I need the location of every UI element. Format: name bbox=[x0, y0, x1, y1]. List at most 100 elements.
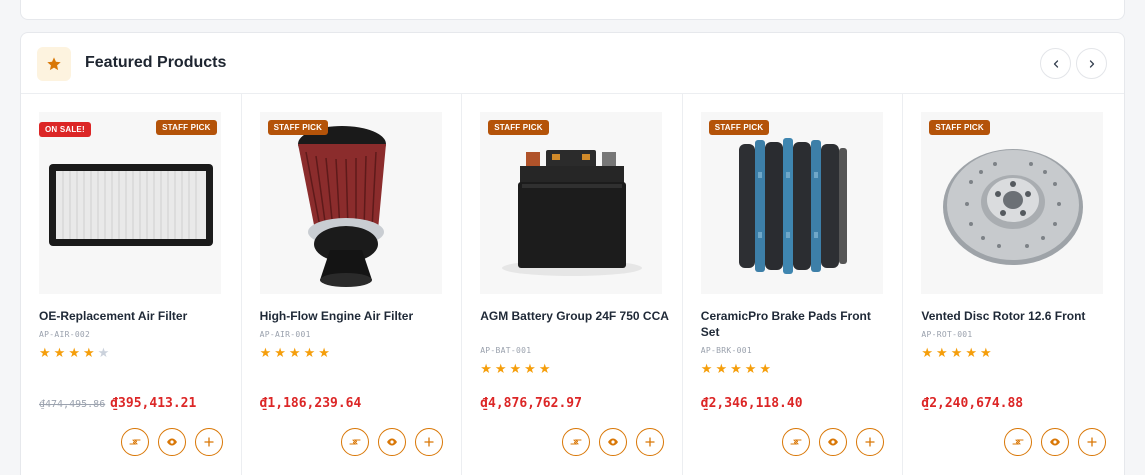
product-image-cone-air-filter[interactable] bbox=[259, 112, 442, 294]
compare-button[interactable] bbox=[341, 428, 370, 456]
on-sale-badge: ON SALE! bbox=[39, 122, 91, 137]
previous-section-card bbox=[20, 0, 1125, 20]
star-icon: ★ bbox=[303, 345, 316, 360]
product-card[interactable]: ON SALE! STAFF PICK OE-Replacement Air F… bbox=[21, 94, 242, 475]
product-actions bbox=[120, 428, 223, 456]
product-actions bbox=[782, 428, 885, 456]
product-card[interactable]: STAFF PICK CeramicPro Brake Pads Front S… bbox=[683, 94, 904, 475]
sale-price: ₫395,413.21 bbox=[110, 396, 197, 411]
star-icon: ★ bbox=[274, 345, 286, 360]
price-row: ₫2,346,118.40 bbox=[701, 396, 803, 411]
quick-view-button[interactable] bbox=[598, 428, 627, 456]
plus-icon bbox=[645, 437, 655, 447]
staff-pick-badge: STAFF PICK bbox=[156, 120, 217, 135]
star-icon: ★ bbox=[494, 361, 507, 376]
star-empty-icon: ★ bbox=[97, 345, 110, 360]
product-name[interactable]: CeramicPro Brake Pads Front Set bbox=[701, 308, 893, 340]
product-sku: AP-BRK-001 bbox=[700, 346, 752, 355]
price: ₫4,876,762.97 bbox=[480, 396, 582, 411]
star-icon: ★ bbox=[965, 345, 977, 360]
product-image-air-filter-panel[interactable] bbox=[39, 112, 221, 294]
product-sku: AP-ROT-001 bbox=[921, 330, 973, 339]
star-icon: ★ bbox=[538, 361, 551, 376]
star-icon: ★ bbox=[759, 361, 772, 376]
add-to-cart-button[interactable] bbox=[856, 428, 885, 456]
star-icon: ★ bbox=[980, 345, 992, 360]
compare-icon bbox=[570, 439, 582, 445]
compare-button[interactable] bbox=[1003, 428, 1032, 456]
star-icon: ★ bbox=[921, 345, 934, 360]
add-to-cart-button[interactable] bbox=[415, 428, 444, 456]
star-icon: ★ bbox=[82, 345, 95, 360]
compare-icon bbox=[349, 439, 361, 445]
product-image-disc-rotor[interactable] bbox=[921, 112, 1104, 294]
add-to-cart-button[interactable] bbox=[194, 428, 223, 456]
product-name[interactable]: Vented Disc Rotor 12.6 Front bbox=[921, 308, 1113, 324]
product-sku: AP-AIR-001 bbox=[259, 330, 311, 339]
rating-stars: ★ ★ ★ ★ ★ bbox=[480, 362, 550, 375]
compare-button[interactable] bbox=[561, 428, 590, 456]
star-icon: ★ bbox=[509, 361, 522, 376]
price: ₫2,346,118.40 bbox=[700, 396, 803, 411]
product-name[interactable]: OE-Replacement Air Filter bbox=[39, 308, 231, 324]
rating-stars: ★ ★ ★ ★ ★ bbox=[39, 346, 109, 359]
product-card[interactable]: STAFF PICK AGM Battery Group 24F 750 CCA… bbox=[462, 94, 683, 475]
add-to-cart-button[interactable] bbox=[635, 428, 664, 456]
carousel-next-button[interactable] bbox=[1076, 48, 1107, 79]
quick-view-button[interactable] bbox=[1040, 428, 1069, 456]
compare-icon bbox=[129, 439, 141, 445]
compare-icon bbox=[790, 439, 802, 445]
quick-view-button[interactable] bbox=[819, 428, 848, 456]
rating-stars: ★ ★ ★ ★ ★ bbox=[701, 362, 771, 375]
star-icon: ★ bbox=[730, 361, 742, 376]
rating-stars: ★ ★ ★ ★ ★ bbox=[921, 346, 991, 359]
original-price: ₫474,495.86 bbox=[39, 399, 106, 410]
product-card[interactable]: STAFF PICK Vented Disc Rotor 12.6 Front … bbox=[903, 94, 1124, 475]
product-sku: AP-BAT-001 bbox=[480, 346, 532, 355]
product-actions bbox=[341, 428, 444, 456]
star-icon: ★ bbox=[936, 345, 948, 360]
product-actions bbox=[561, 428, 664, 456]
featured-products-panel: Featured Products ON SALE! STAFF PICK OE… bbox=[20, 32, 1125, 475]
plus-icon bbox=[203, 437, 214, 447]
eye-icon bbox=[828, 438, 839, 446]
staff-pick-badge: STAFF PICK bbox=[267, 120, 329, 135]
product-grid: ON SALE! STAFF PICK OE-Replacement Air F… bbox=[21, 94, 1124, 475]
quick-view-button[interactable] bbox=[157, 428, 186, 456]
product-sku: AP-AIR-002 bbox=[39, 330, 91, 339]
price-row: ₫1,186,239.64 bbox=[260, 396, 362, 411]
chevron-right-icon bbox=[1089, 59, 1094, 68]
star-icon: ★ bbox=[480, 361, 492, 376]
eye-icon bbox=[1049, 438, 1060, 446]
section-title: Featured Products bbox=[85, 54, 227, 71]
product-name[interactable]: High-Flow Engine Air Filter bbox=[260, 308, 452, 324]
product-image-car-battery[interactable] bbox=[480, 112, 663, 294]
price-row: ₫2,240,674.88 bbox=[921, 396, 1023, 411]
star-icon: ★ bbox=[39, 345, 51, 360]
add-to-cart-button[interactable] bbox=[1077, 428, 1106, 456]
carousel-prev-button[interactable] bbox=[1040, 48, 1071, 79]
product-card[interactable]: STAFF PICK High-Flow Engine Air Filter A… bbox=[242, 94, 463, 475]
star-icon: ★ bbox=[53, 345, 66, 360]
star-icon: ★ bbox=[68, 345, 80, 360]
compare-button[interactable] bbox=[120, 428, 149, 456]
price-row: ₫474,495.86 ₫395,413.21 bbox=[39, 396, 196, 411]
eye-icon bbox=[387, 438, 398, 446]
price-row: ₫4,876,762.97 bbox=[480, 396, 582, 411]
quick-view-button[interactable] bbox=[378, 428, 407, 456]
price: ₫1,186,239.64 bbox=[259, 396, 362, 411]
compare-button[interactable] bbox=[782, 428, 811, 456]
compare-icon bbox=[1012, 439, 1024, 445]
plus-icon bbox=[1087, 437, 1097, 447]
product-image-brake-pads[interactable] bbox=[700, 112, 883, 294]
star-icon: ★ bbox=[524, 361, 536, 376]
staff-pick-badge: STAFF PICK bbox=[708, 120, 770, 135]
product-name[interactable]: AGM Battery Group 24F 750 CCA bbox=[480, 308, 672, 324]
eye-icon bbox=[607, 438, 618, 446]
section-header: Featured Products bbox=[21, 33, 1124, 94]
star-icon: ★ bbox=[700, 361, 713, 376]
star-icon: ★ bbox=[288, 345, 301, 360]
star-icon: ★ bbox=[950, 345, 963, 360]
star-icon: ★ bbox=[715, 361, 728, 376]
star-icon: ★ bbox=[744, 361, 757, 376]
